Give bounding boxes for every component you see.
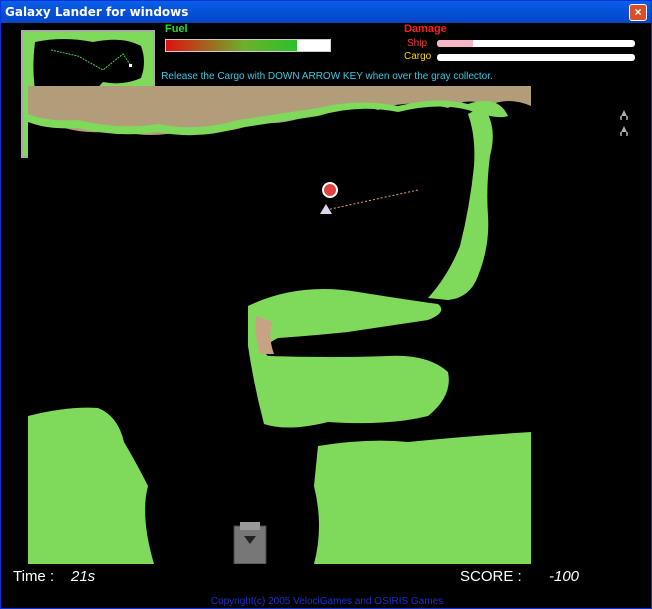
gray-collector bbox=[233, 522, 267, 564]
time-label: Time : bbox=[13, 568, 55, 585]
fuel-bar bbox=[165, 39, 331, 52]
lower-right-ground bbox=[314, 432, 531, 564]
cargo-pod bbox=[322, 182, 338, 198]
lander-icon bbox=[620, 110, 628, 120]
ship-damage-fill bbox=[437, 40, 473, 47]
lander-icon bbox=[620, 126, 628, 136]
damage-label: Damage bbox=[404, 23, 447, 35]
cargo-damage-bar bbox=[437, 54, 635, 61]
fuel-label: Fuel bbox=[165, 23, 188, 35]
mid-platform bbox=[248, 289, 449, 428]
copyright-text: Copyright(c) 2005 VelociGames and OSIRIS… bbox=[210, 596, 444, 607]
close-button[interactable]: × bbox=[629, 4, 647, 21]
instruction-text: Release the Cargo with DOWN ARROW KEY wh… bbox=[161, 71, 493, 82]
playfield[interactable] bbox=[28, 86, 531, 564]
ship-damage-label: Ship bbox=[407, 38, 428, 49]
terrain bbox=[28, 86, 531, 564]
fuel-bar-fill bbox=[166, 40, 298, 51]
window-title: Galaxy Lander for windows bbox=[5, 5, 189, 19]
score-label: SCORE : bbox=[460, 568, 522, 585]
title-bar[interactable]: Galaxy Lander for windows × bbox=[1, 1, 651, 23]
cargo-damage-label: Cargo bbox=[404, 51, 432, 62]
lives-indicator bbox=[618, 109, 630, 141]
time-value: 21s bbox=[71, 568, 96, 585]
game-window: Galaxy Lander for windows × Fuel Damage … bbox=[0, 0, 652, 609]
ship-damage-bar bbox=[437, 40, 635, 47]
score-value: -100 bbox=[549, 568, 580, 585]
